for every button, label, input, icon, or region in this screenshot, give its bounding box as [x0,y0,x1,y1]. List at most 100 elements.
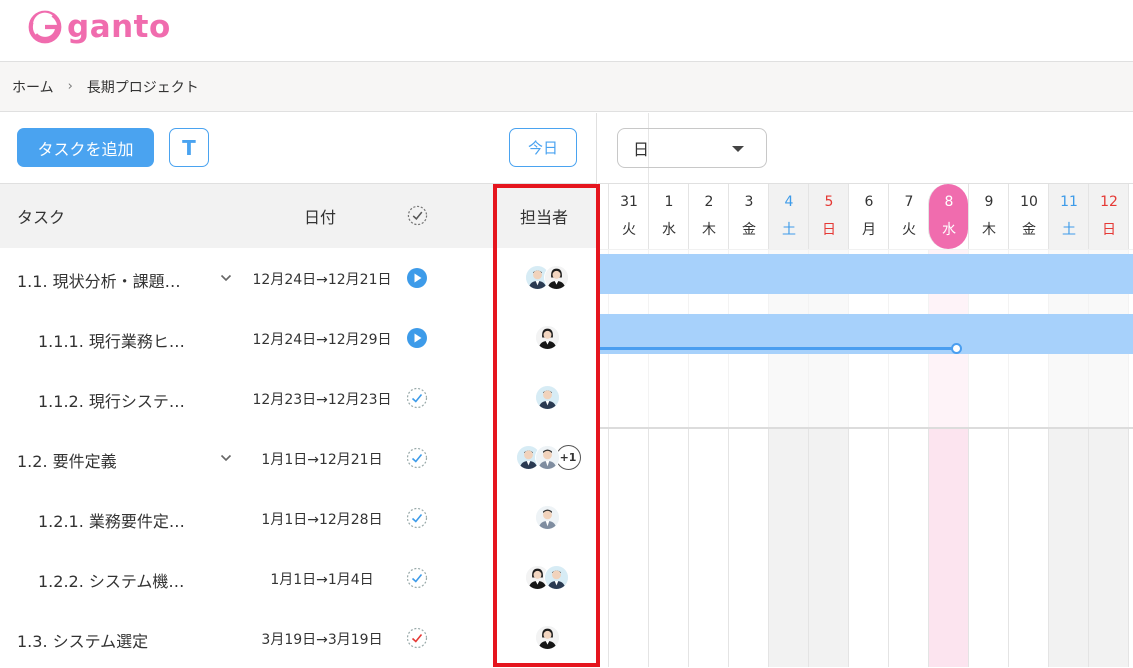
task-name[interactable]: 1.2. 要件定義 [17,448,117,472]
assignee-avatars[interactable] [534,625,560,651]
day-number: 6 [864,194,874,210]
avatar [534,445,560,470]
day-number: 4 [784,194,794,210]
day-header[interactable]: 11 土 [1048,184,1088,249]
task-row[interactable]: 1.2.1. 業務要件定… 1月1日→12月28日 [0,488,597,548]
breadcrumb-current: 長期プロジェクト [86,79,199,96]
avatar [544,265,569,290]
task-table-header: タスク 日付 担当者 [0,183,597,248]
today-button[interactable]: 今日 [509,128,577,167]
day-of-week: 月 [862,222,876,238]
avatar [534,385,560,410]
assignee-avatars[interactable]: +1 [515,445,581,471]
chevron-down-icon[interactable] [220,272,232,284]
breadcrumb: ホーム › 長期プロジェクト [0,62,1133,112]
logo-text: ganto [67,9,171,45]
column-header-task[interactable]: タスク [17,204,65,228]
progress-line [598,347,956,350]
day-header[interactable]: 5日 [808,184,848,249]
check-status-icon[interactable] [406,567,428,589]
avatar [534,625,560,650]
text-toggle-button[interactable]: T [169,128,209,167]
gantt-timeline[interactable]: 31火1水2木3金4土5日6月7火8水9木10金11土12日13月 [598,183,1133,667]
day-header[interactable]: 7火 [888,184,928,249]
task-dates[interactable]: 12月24日→12月29日 [252,329,392,349]
breadcrumb-home[interactable]: ホーム [12,77,54,97]
day-of-week: 月 [1129,219,1133,239]
day-header[interactable]: 1水 [648,184,688,249]
day-header[interactable]: 9木 [968,184,1008,249]
task-toolbar: タスクを追加 T 今日 [0,113,597,183]
day-header[interactable]: 31 火 [608,184,648,249]
day-header[interactable]: 13 月 [1128,184,1133,249]
task-row[interactable]: 1.1. 現状分析・課題… 12月24日→12月21日 [0,248,597,308]
status-column-icon[interactable] [407,205,428,226]
task-row[interactable]: 1.2.2. システム機… 1月1日→1月4日 [0,548,597,608]
check-status-icon[interactable] [406,627,428,649]
task-name[interactable]: 1.3. システム選定 [17,628,148,652]
chevron-down-icon[interactable] [220,452,232,464]
task-row[interactable]: 1.3. システム選定 3月19日→3月19日 [0,608,597,668]
day-header[interactable]: 8水 [928,184,968,249]
day-of-week: 水 [662,222,676,238]
day-of-week: 火 [902,222,916,238]
day-header[interactable]: 2木 [688,184,728,249]
day-number: 8 [944,194,954,210]
scale-select-value: 日 [633,140,650,159]
day-of-week: 金 [1022,222,1036,238]
assignee-avatars[interactable] [534,325,560,351]
scale-select[interactable]: 日 [617,128,767,168]
day-header[interactable]: 6月 [848,184,888,249]
day-number: 5 [824,194,834,210]
task-dates[interactable]: 12月24日→12月21日 [252,269,392,289]
column-header-date[interactable]: 日付 [304,204,336,228]
section-divider [598,427,1133,429]
logo[interactable]: ganto [26,8,171,46]
task-row[interactable]: 1.1.2. 現行システ… 12月23日→12月23日 [0,368,597,428]
task-dates[interactable]: 1月1日→12月21日 [252,449,392,469]
day-number: 10 [1020,194,1038,210]
assignee-avatars[interactable] [534,505,560,531]
check-status-icon[interactable] [406,387,428,409]
add-task-button[interactable]: タスクを追加 [17,128,154,167]
assignee-avatars[interactable] [525,265,569,291]
task-name[interactable]: 1.2.1. 業務要件定… [38,508,185,532]
column-header-assignee[interactable]: 担当者 [520,204,568,228]
chevron-down-icon [732,146,744,152]
day-number: 12 [1100,194,1118,210]
task-name[interactable]: 1.1.2. 現行システ… [38,388,185,412]
progress-handle[interactable] [951,343,962,354]
ganto-logo-icon [28,10,62,44]
day-of-week: 土 [782,222,796,238]
assignee-avatars[interactable] [534,385,560,411]
task-dates[interactable]: 1月1日→12月28日 [252,509,392,529]
day-of-week: 土 [1062,222,1076,238]
day-header[interactable]: 4土 [768,184,808,249]
task-row[interactable]: 1.2. 要件定義 1月1日→12月21日 +1 [0,428,597,488]
gantt-bar[interactable] [598,254,1133,294]
day-header[interactable]: 12 日 [1088,184,1128,249]
task-name[interactable]: 1.1. 現状分析・課題… [17,268,181,292]
task-dates[interactable]: 3月19日→3月19日 [252,629,392,649]
day-of-week: 日 [1102,222,1116,238]
play-status-icon[interactable] [406,327,428,349]
play-status-icon[interactable] [406,267,428,289]
avatar [534,505,560,530]
day-number: 2 [704,194,714,210]
day-of-week: 木 [702,222,716,238]
assignee-avatars[interactable] [525,565,569,591]
check-status-icon[interactable] [406,447,428,469]
task-dates[interactable]: 12月23日→12月23日 [252,389,392,409]
task-name[interactable]: 1.1.1. 現行業務ヒ… [38,328,185,352]
app-header: ganto [0,0,1133,62]
timeline-toolbar: 日 [598,113,1133,183]
task-row[interactable]: 1.1.1. 現行業務ヒ… 12月24日→12月29日 [0,308,597,368]
day-of-week: 火 [622,222,636,238]
day-header[interactable]: 3金 [728,184,768,249]
day-header[interactable]: 10 金 [1008,184,1048,249]
task-dates[interactable]: 1月1日→1月4日 [252,569,392,589]
task-name[interactable]: 1.2.2. システム機… [38,568,184,592]
day-number: 7 [904,194,914,210]
day-number: 13 [1129,194,1133,210]
check-status-icon[interactable] [406,507,428,529]
